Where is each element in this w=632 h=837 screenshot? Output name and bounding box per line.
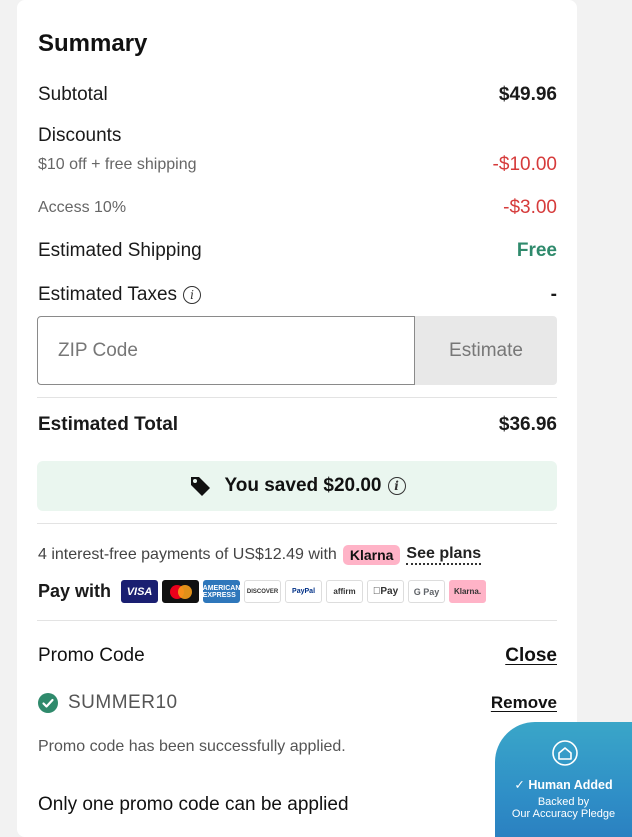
see-plans-link[interactable]: See plans <box>406 545 482 565</box>
discount-1-value: -$10.00 <box>492 154 557 175</box>
divider <box>37 523 557 524</box>
subtotal-label: Subtotal <box>38 84 108 105</box>
accuracy-pledge-badge[interactable]: ✓︎ Human Added Backed by Our Accuracy Pl… <box>495 722 632 837</box>
zip-estimate-group: Estimate <box>37 316 557 385</box>
divider <box>37 397 557 398</box>
affirm-icon: affirm <box>326 580 364 603</box>
price-tag-icon <box>190 477 211 496</box>
total-row: Estimated Total $36.96 <box>38 414 557 436</box>
applied-promo-row: SUMMER10 Remove <box>38 692 557 714</box>
taxes-label: Estimated Taxes <box>38 284 178 305</box>
discounts-label: Discounts <box>38 125 122 146</box>
zip-code-input[interactable] <box>37 316 415 385</box>
visa-icon: VISA <box>121 580 159 603</box>
paypal-icon: PayPal <box>285 580 323 603</box>
pay-with-row: Pay with VISA AMERICAN EXPRESS DISCOVER … <box>38 580 487 603</box>
promo-success-message: Promo code has been successfully applied… <box>38 738 346 755</box>
summary-title: Summary <box>38 30 148 57</box>
promo-limit-message: Only one promo code can be applied <box>38 794 349 815</box>
close-promo-button[interactable]: Close <box>505 645 557 667</box>
pay-with-label: Pay with <box>38 581 112 601</box>
subtotal-value: $49.96 <box>498 84 557 105</box>
taxes-label-wrap: Estimated Taxes i <box>38 284 202 306</box>
pledge-heading: ✓︎ Human Added <box>514 778 613 792</box>
payment-methods: VISA AMERICAN EXPRESS DISCOVER PayPal af… <box>121 580 487 603</box>
divider <box>37 620 557 621</box>
order-summary-card: Summary Subtotal $49.96 Discounts $10 of… <box>17 0 577 837</box>
subtotal-row: Subtotal $49.96 <box>38 84 557 106</box>
discounts-row: Discounts <box>38 125 557 147</box>
discount-1-label: $10 off + free shipping <box>38 156 197 173</box>
savings-banner: You saved $20.00 i <box>37 461 557 511</box>
promo-header-row: Promo Code Close <box>38 645 557 667</box>
info-icon[interactable]: i <box>183 285 202 304</box>
klarna-badge: Klarna <box>342 545 401 565</box>
discount-2-value: -$3.00 <box>503 197 557 218</box>
promo-code-value: SUMMER10 <box>68 692 178 713</box>
amex-icon: AMERICAN EXPRESS <box>203 580 240 603</box>
pledge-subtext: Backed by Our Accuracy Pledge <box>511 796 616 820</box>
klarna-icon: Klarna. <box>449 580 487 603</box>
promo-code-title: Promo Code <box>38 645 145 666</box>
total-value: $36.96 <box>498 414 557 435</box>
info-icon[interactable]: i <box>387 477 406 495</box>
savings-text: You saved $20.00 <box>224 475 382 496</box>
applied-promo: SUMMER10 <box>38 692 178 714</box>
mastercard-icon <box>162 580 200 603</box>
discount-row-2: Access 10% -$3.00 <box>38 197 557 219</box>
total-label: Estimated Total <box>38 414 179 435</box>
taxes-value: - <box>550 284 557 305</box>
taxes-row: Estimated Taxes i - <box>38 284 557 306</box>
google-pay-icon: G Pay <box>408 580 446 603</box>
apple-pay-icon: Pay <box>367 580 405 603</box>
house-icon <box>552 740 578 766</box>
discount-2-label: Access 10% <box>38 199 127 216</box>
discover-icon: DISCOVER <box>244 580 282 603</box>
remove-promo-button[interactable]: Remove <box>491 693 557 713</box>
shipping-label: Estimated Shipping <box>38 240 202 261</box>
check-circle-icon <box>38 693 58 713</box>
shipping-value: Free <box>516 240 557 261</box>
klarna-installments: 4 interest-free payments of US$12.49 wit… <box>38 545 482 565</box>
estimate-button[interactable]: Estimate <box>415 316 557 385</box>
klarna-text: 4 interest-free payments of US$12.49 wit… <box>38 546 337 563</box>
pledge-content: ✓︎ Human Added Backed by Our Accuracy Pl… <box>495 722 632 837</box>
shipping-row: Estimated Shipping Free <box>38 240 557 262</box>
discount-row-1: $10 off + free shipping -$10.00 <box>38 154 557 176</box>
